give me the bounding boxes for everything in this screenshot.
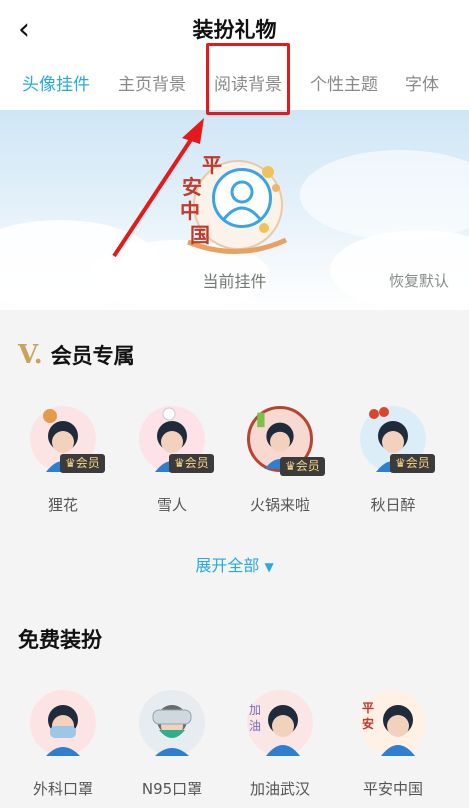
tab-avatar-pendant[interactable]: 头像挂件 xyxy=(22,70,90,95)
pendant-item[interactable]: ♛会员 狸花 xyxy=(18,406,108,515)
pendant-label: 雪人 xyxy=(156,496,187,514)
pendant-label: 火锅来啦 xyxy=(249,496,310,514)
pendant-label: 狸花 xyxy=(47,496,78,514)
pendant-avatar: ♛会员 xyxy=(360,406,435,473)
pendant-item[interactable]: 加油 加油武汉 xyxy=(235,690,325,799)
restore-default-button[interactable]: 恢复默认 xyxy=(389,270,449,291)
pendant-label: 平安中国 xyxy=(362,780,423,798)
member-badge: ♛会员 xyxy=(390,454,435,473)
vip-icon: V. xyxy=(18,340,43,370)
user-icon xyxy=(222,180,262,220)
cloud-decoration xyxy=(300,150,469,240)
tab-home-background[interactable]: 主页背景 xyxy=(118,70,186,95)
pendant-item[interactable]: ♛会员 秋日醉 xyxy=(348,406,438,515)
svg-text:平: 平 xyxy=(362,701,374,715)
annotation-highlight-box xyxy=(206,43,290,115)
triangle-down-icon: ▼ xyxy=(264,560,274,574)
vip-section-header: V. 会员专属 xyxy=(18,340,135,370)
default-avatar xyxy=(212,168,272,228)
pendant-label: 外科口罩 xyxy=(32,780,93,798)
pendant-label: 加油武汉 xyxy=(249,780,310,798)
svg-text:安: 安 xyxy=(362,716,374,731)
pendant-avatar: ♛会员 xyxy=(30,406,105,473)
pendant-avatar: 加油 xyxy=(247,690,313,756)
pendant-item[interactable]: N95口罩 xyxy=(127,690,217,799)
pendant-avatar xyxy=(139,690,205,756)
pendant-avatar: ♛会员 xyxy=(139,406,214,473)
pendant-avatar: ♛会员 xyxy=(247,406,325,476)
pendant-avatar xyxy=(30,690,96,756)
svg-text:油: 油 xyxy=(249,719,261,733)
section-title: 会员专属 xyxy=(50,344,135,368)
pendant-label: 秋日醉 xyxy=(370,496,416,514)
pendant-item[interactable]: 外科口罩 xyxy=(18,690,108,799)
expand-all-button[interactable]: 展开全部 ▼ xyxy=(0,552,469,576)
pendant-item[interactable]: 平安 平安中国 xyxy=(348,690,438,799)
section-title: 免费装扮 xyxy=(18,628,102,652)
page-title: 装扮礼物 xyxy=(192,18,277,42)
free-section-header: 免费装扮 xyxy=(18,624,102,654)
current-pendant-banner: 平 安 中 国 当前挂件 恢复默认 xyxy=(0,110,469,310)
pendant-label: N95口罩 xyxy=(141,780,203,798)
pendant-item[interactable]: ♛会员 雪人 xyxy=(127,406,217,515)
member-badge: ♛会员 xyxy=(60,454,105,473)
member-badge: ♛会员 xyxy=(280,457,325,476)
annotation-arrow xyxy=(112,118,204,258)
tab-theme[interactable]: 个性主题 xyxy=(310,70,378,95)
expand-all-label: 展开全部 xyxy=(195,556,260,575)
pendant-item[interactable]: ♛会员 火锅来啦 xyxy=(235,406,325,515)
member-badge: ♛会员 xyxy=(169,454,214,473)
pendant-avatar: 平安 xyxy=(360,690,426,756)
svg-text:加: 加 xyxy=(249,703,261,717)
tab-font[interactable]: 字体 xyxy=(405,70,439,95)
